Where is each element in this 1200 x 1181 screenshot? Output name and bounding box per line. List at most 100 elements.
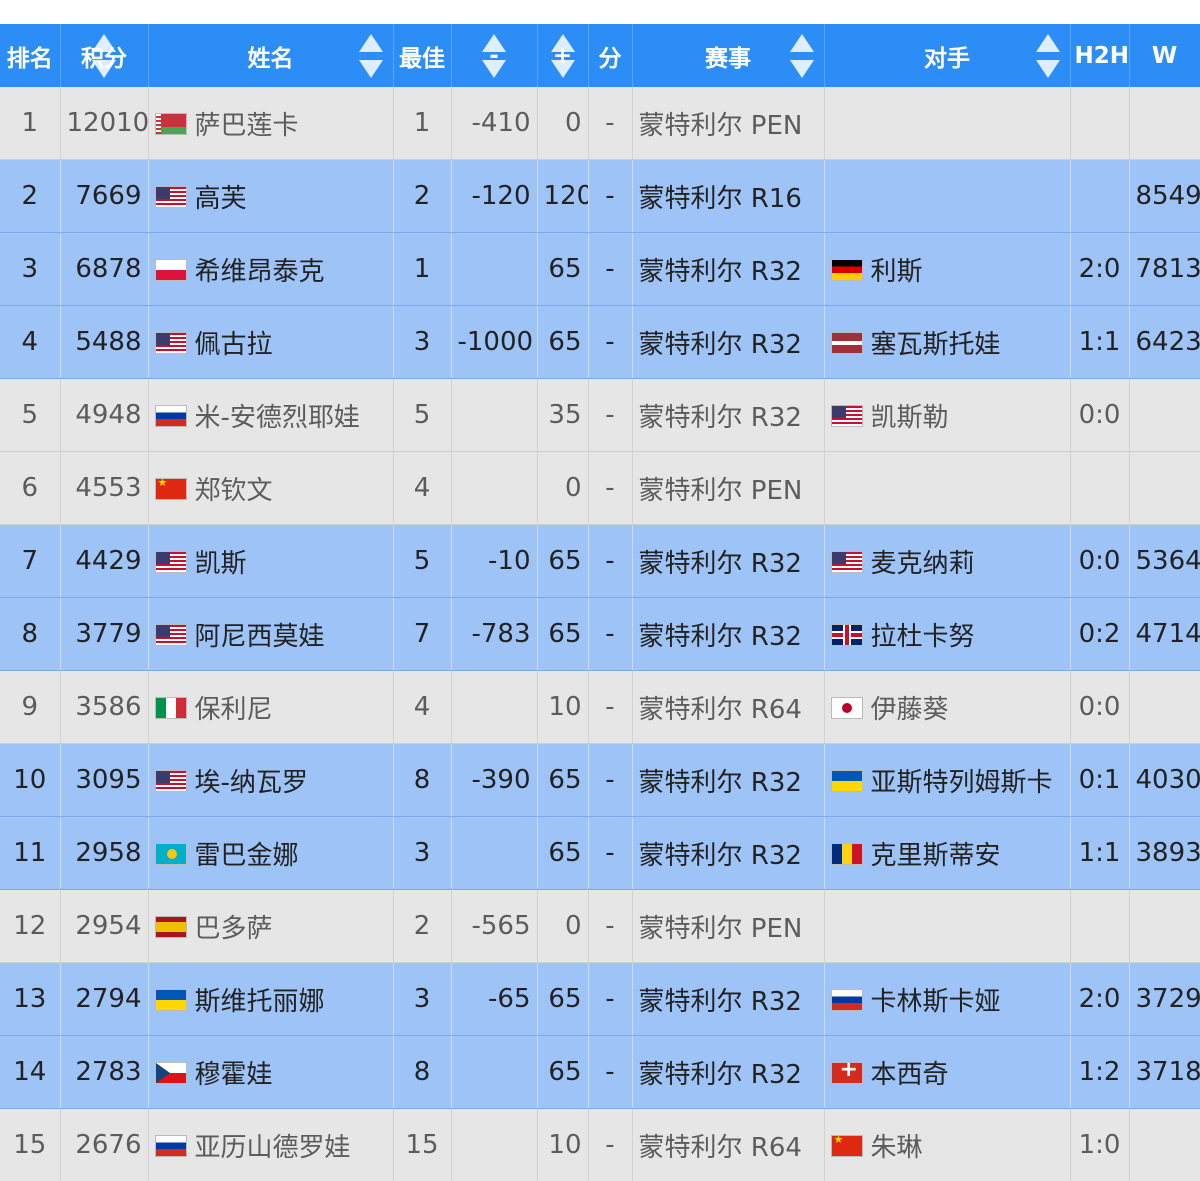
- rank-cell-text: 9: [21, 692, 39, 722]
- points-cell: 5488: [60, 305, 149, 379]
- rank-cell: 13: [0, 962, 61, 1036]
- player-name-cell-text: 巴多萨: [194, 913, 273, 944]
- points-cell-text: 7669: [75, 181, 142, 211]
- header-points[interactable]: 积分: [60, 24, 149, 87]
- flag-us-icon: [830, 551, 863, 573]
- table-row[interactable]: 15 2676 亚历山德罗娃 15 10-蒙特利尔 R64 朱琳 1:0: [0, 1108, 1200, 1181]
- win-points-cell: 8549: [1129, 159, 1200, 233]
- pt-cell: -: [588, 1108, 633, 1181]
- points-plus-cell: 65: [537, 816, 589, 890]
- table-row[interactable]: 4 5488 佩古拉 3 -1000 65- 蒙特利尔 R32 塞瓦斯托娃 1:1 6423: [0, 305, 1200, 379]
- header-opponent[interactable]: 对手: [824, 24, 1071, 87]
- points-plus-cell-text: 0: [564, 108, 582, 138]
- opponent-cell: 拉杜卡努: [824, 597, 1071, 671]
- pt-cell-text: -: [605, 546, 615, 576]
- pt-cell-text: -: [605, 108, 615, 138]
- opponent-cell: [824, 87, 1071, 160]
- header-pt[interactable]: 分: [588, 24, 633, 87]
- table-row[interactable]: 8 3779 阿尼西莫娃 7 -783 65- 蒙特利尔 R32 拉杜卡努 0:2 4714: [0, 597, 1200, 671]
- header-name[interactable]: 姓名: [148, 24, 394, 87]
- points-minus-cell: [451, 1108, 538, 1181]
- win-points-cell: [1129, 378, 1200, 452]
- points-plus-cell-text: 65: [548, 984, 582, 1014]
- pt-cell: -: [588, 305, 633, 379]
- points-cell: 3779: [60, 597, 149, 671]
- pt-cell: -: [588, 159, 633, 233]
- best-rank-cell: 1: [393, 87, 452, 160]
- flag-by-icon: [154, 113, 187, 135]
- table-row[interactable]: 5 4948 米-安德烈耶娃 5 35- 蒙特利尔 R32 凯斯勒 0:0: [0, 378, 1200, 452]
- table-row[interactable]: 12 2954 巴多萨 2 -565 0- 蒙特利尔 PEN: [0, 889, 1200, 963]
- rank-cell-text: 2: [21, 181, 39, 211]
- best-rank-cell-text: 2: [413, 181, 431, 211]
- event-cell: 蒙特利尔 R32: [632, 378, 825, 452]
- table-row[interactable]: 11 2958 雷巴金娜 3 65- 蒙特利尔 R32 克里斯蒂安 1:1 3893: [0, 816, 1200, 890]
- pt-cell-text: -: [605, 984, 615, 1014]
- event-cell: 蒙特利尔 R32: [632, 743, 825, 817]
- opponent-cell: 卡林斯卡娅: [824, 962, 1071, 1036]
- table-row[interactable]: 3 6878 希维昂泰克 1 65- 蒙特利尔 R32 利斯 2:0 7813: [0, 232, 1200, 306]
- header-w[interactable]: W: [1129, 24, 1200, 87]
- player-name-cell: 高芙: [148, 159, 394, 233]
- event-cell: 蒙特利尔 R64: [632, 1108, 825, 1181]
- points-minus-cell: -783: [451, 597, 538, 671]
- header-best[interactable]: 最佳: [393, 24, 452, 87]
- table-row[interactable]: 1 12010 萨巴莲卡 1 -410 0- 蒙特利尔 PEN: [0, 87, 1200, 160]
- flag-ch-icon: [830, 1062, 863, 1084]
- rank-cell: 8: [0, 597, 61, 671]
- header-plus[interactable]: +: [537, 24, 589, 87]
- pt-cell: -: [588, 816, 633, 890]
- opponent-cell: [824, 451, 1071, 525]
- points-cell: 4948: [60, 378, 149, 452]
- table-row[interactable]: 14 2783 穆霍娃 8 65-蒙特利尔 R32 本西奇 1:2 3718: [0, 1035, 1200, 1109]
- rank-cell-text: 5: [21, 400, 39, 430]
- event-cell-text: 蒙特利尔 R32: [638, 840, 802, 871]
- pt-cell: -: [588, 889, 633, 963]
- points-cell: 2954: [60, 889, 149, 963]
- header-rank[interactable]: 排名: [0, 24, 61, 87]
- header-minus[interactable]: -: [451, 24, 538, 87]
- table-row[interactable]: 9 3586 保利尼 4 10- 蒙特利尔 R64 伊藤葵 0:0: [0, 670, 1200, 744]
- points-cell: 4553: [60, 451, 149, 525]
- flag-us-icon: [154, 332, 187, 354]
- points-minus-cell: -390: [451, 743, 538, 817]
- h2h-cell-text: 1:2: [1078, 1057, 1121, 1087]
- opponent-cell-text: 本西奇: [870, 1059, 949, 1090]
- player-name-cell: 郑钦文: [148, 451, 394, 525]
- opponent-cell: 利斯: [824, 232, 1071, 306]
- table-row[interactable]: 6 4553 郑钦文 4 0-蒙特利尔 PEN: [0, 451, 1200, 525]
- rank-cell: 14: [0, 1035, 61, 1109]
- points-plus-cell: 10: [537, 1108, 589, 1181]
- table-row[interactable]: 13 2794 斯维托丽娜 3 -65 65- 蒙特利尔 R32 卡林斯卡娅 2:0 3729: [0, 962, 1200, 1036]
- table-header-row: 排名 积分 姓名 最佳 - + 分 赛事 对手 H2H W: [0, 24, 1200, 87]
- header-h2h[interactable]: H2H: [1070, 24, 1130, 87]
- opponent-cell-text: 卡林斯卡娅: [870, 986, 1001, 1017]
- win-points-cell: 6423: [1129, 305, 1200, 379]
- event-cell: 蒙特利尔 R32: [632, 232, 825, 306]
- table-row[interactable]: 2 7669 高芙 2 -120 120-蒙特利尔 R16 8549: [0, 159, 1200, 233]
- opponent-cell: 凯斯勒: [824, 378, 1071, 452]
- rank-cell-text: 12: [13, 911, 47, 941]
- rank-cell-text: 14: [13, 1057, 47, 1087]
- player-name-cell-text: 希维昂泰克: [194, 256, 325, 287]
- flag-ru-icon: [154, 1135, 187, 1157]
- points-plus-cell: 65: [537, 743, 589, 817]
- rank-cell: 11: [0, 816, 61, 890]
- table-row[interactable]: 7 4429 凯斯 5 -10 65- 蒙特利尔 R32 麦克纳莉 0:0 5364: [0, 524, 1200, 598]
- best-rank-cell-text: 4: [413, 473, 431, 503]
- win-points-cell-text: 5364: [1135, 546, 1200, 576]
- points-plus-cell-text: 65: [548, 546, 582, 576]
- flag-cn-icon: [830, 1135, 863, 1157]
- rank-cell: 12: [0, 889, 61, 963]
- points-plus-cell-text: 65: [548, 327, 582, 357]
- win-points-cell-text: 7813: [1135, 254, 1200, 284]
- flag-gb-icon: [830, 624, 863, 646]
- event-cell: 蒙特利尔 R16: [632, 159, 825, 233]
- header-event[interactable]: 赛事: [632, 24, 825, 87]
- player-name-cell-text: 保利尼: [194, 694, 273, 725]
- table-row[interactable]: 10 3095 埃-纳瓦罗 8 -390 65- 蒙特利尔 R32 亚斯特列姆斯卡 0:1 403…: [0, 743, 1200, 817]
- points-plus-cell-text: 10: [548, 692, 582, 722]
- points-minus-cell: -65: [451, 962, 538, 1036]
- points-plus-cell-text: 65: [548, 1057, 582, 1087]
- win-points-cell: 3729: [1129, 962, 1200, 1036]
